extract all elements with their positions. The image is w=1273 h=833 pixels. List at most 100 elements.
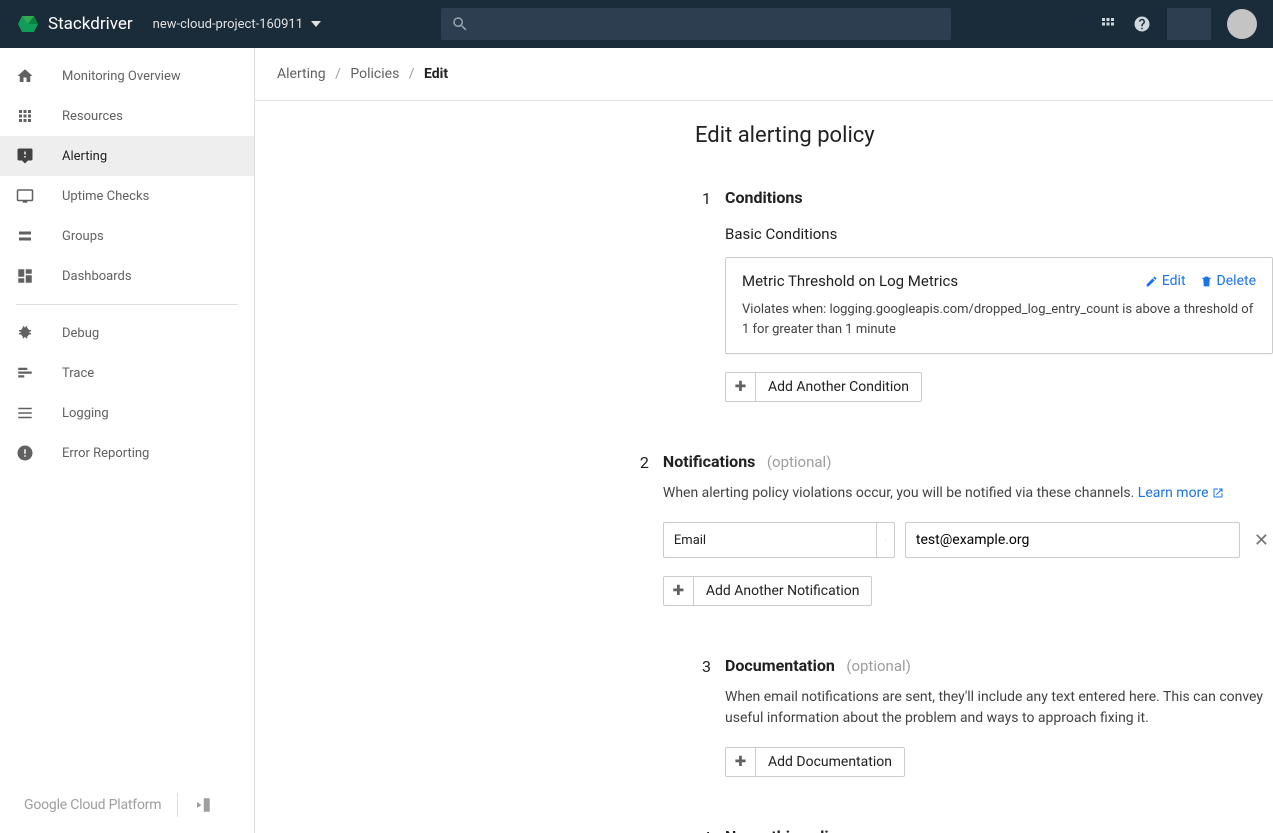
sidebar-item-label: Groups	[62, 229, 104, 244]
optional-label: (optional)	[846, 657, 911, 675]
help-icon[interactable]	[1133, 15, 1151, 33]
delete-label: Delete	[1217, 273, 1256, 289]
external-link-icon	[1212, 487, 1224, 499]
learn-more-link[interactable]: Learn more	[1138, 485, 1224, 501]
section-documentation: 3 Documentation (optional) When email no…	[255, 656, 1273, 777]
breadcrumb-current: Edit	[424, 66, 448, 82]
section-number: 4	[255, 827, 725, 833]
breadcrumb: Alerting / Policies / Edit	[255, 48, 1273, 101]
sidebar-item-label: Monitoring Overview	[62, 69, 181, 84]
main-content: Alerting / Policies / Edit Edit alerting…	[255, 48, 1273, 833]
trash-icon	[1200, 275, 1213, 288]
gcp-link[interactable]: Google Cloud Platform	[24, 797, 161, 813]
grid-icon	[16, 107, 34, 125]
section-number: 1	[255, 188, 725, 402]
conditions-subtitle: Basic Conditions	[725, 225, 1273, 243]
add-condition-button[interactable]: ✚ Add Another Condition	[725, 372, 922, 402]
channel-type-select[interactable]: Email	[663, 522, 895, 558]
plus-icon: ✚	[726, 748, 756, 776]
sidebar-item-overview[interactable]: Monitoring Overview	[0, 56, 254, 96]
layers-icon	[16, 227, 34, 245]
edit-label: Edit	[1162, 273, 1186, 289]
section-notifications: 2 Notifications (optional) When alerting…	[255, 452, 1273, 606]
section-name: 4 Name this policy	[255, 827, 1273, 833]
breadcrumb-separator: /	[335, 66, 341, 82]
alert-icon	[16, 147, 34, 165]
page-title: Edit alerting policy	[695, 123, 1273, 148]
side-panel-icon[interactable]	[194, 796, 212, 814]
channel-value-input[interactable]	[905, 522, 1240, 558]
condition-title: Metric Threshold on Log Metrics	[742, 272, 958, 290]
sidebar: Monitoring Overview Resources Alerting U…	[0, 48, 255, 833]
divider	[177, 793, 178, 817]
add-documentation-button[interactable]: ✚ Add Documentation	[725, 747, 905, 777]
breadcrumb-separator: /	[409, 66, 415, 82]
header-actions	[1099, 8, 1257, 40]
delete-condition-button[interactable]: Delete	[1200, 273, 1256, 289]
sidebar-item-label: Debug	[62, 326, 99, 341]
add-notification-label: Add Another Notification	[694, 583, 872, 599]
channel-type-value: Email	[674, 533, 706, 548]
plus-icon: ✚	[664, 577, 694, 605]
remove-notification-button[interactable]: ✕	[1250, 526, 1273, 555]
sidebar-item-logging[interactable]: Logging	[0, 393, 254, 433]
sidebar-divider	[16, 304, 238, 305]
sidebar-item-errors[interactable]: Error Reporting	[0, 433, 254, 473]
sidebar-item-uptime[interactable]: Uptime Checks	[0, 176, 254, 216]
sidebar-item-label: Alerting	[62, 149, 107, 164]
notifications-desc-text: When alerting policy violations occur, y…	[663, 485, 1134, 501]
section-title: Documentation	[725, 656, 835, 675]
edit-icon	[1145, 275, 1158, 288]
section-conditions: 1 Conditions Basic Conditions Metric Thr…	[255, 188, 1273, 402]
section-title: Notifications	[663, 452, 756, 471]
project-name: new-cloud-project-160911	[153, 17, 303, 32]
documentation-description: When email notifications are sent, they'…	[725, 687, 1273, 729]
user-avatar[interactable]	[1227, 9, 1257, 39]
stackdriver-logo-icon	[16, 12, 40, 36]
sidebar-item-resources[interactable]: Resources	[0, 96, 254, 136]
add-notification-button[interactable]: ✚ Add Another Notification	[663, 576, 873, 606]
brand[interactable]: Stackdriver	[16, 12, 133, 36]
breadcrumb-policies[interactable]: Policies	[350, 66, 399, 82]
brand-text: Stackdriver	[48, 14, 133, 34]
section-number: 3	[255, 656, 725, 777]
add-condition-label: Add Another Condition	[756, 379, 921, 395]
sidebar-item-trace[interactable]: Trace	[0, 353, 254, 393]
project-selector[interactable]: new-cloud-project-160911	[153, 17, 321, 32]
search-icon	[451, 15, 469, 33]
optional-label: (optional)	[767, 453, 832, 471]
dashboard-icon	[16, 267, 34, 285]
learn-more-text: Learn more	[1138, 485, 1209, 501]
caret-down-icon	[311, 21, 321, 27]
notification-row: Email ✕	[663, 522, 1273, 558]
sidebar-item-label: Trace	[62, 366, 94, 381]
section-title: Name this policy	[725, 827, 845, 833]
sidebar-item-debug[interactable]: Debug	[0, 313, 254, 353]
bug-icon	[16, 324, 34, 342]
trace-icon	[16, 364, 34, 382]
sidebar-item-alerting[interactable]: Alerting	[0, 136, 254, 176]
sidebar-item-dashboards[interactable]: Dashboards	[0, 256, 254, 296]
section-number: 2	[255, 452, 663, 606]
sidebar-footer: Google Cloud Platform	[0, 777, 254, 833]
bento-icon[interactable]	[1099, 15, 1117, 33]
caret-down-icon	[876, 523, 894, 557]
sidebar-item-label: Dashboards	[62, 269, 132, 284]
home-icon	[16, 67, 34, 85]
section-title: Conditions	[725, 188, 803, 207]
notifications-description: When alerting policy violations occur, y…	[663, 483, 1273, 504]
condition-description: Violates when: logging.googleapis.com/dr…	[742, 300, 1256, 339]
list-icon	[16, 404, 34, 422]
header-placeholder[interactable]	[1167, 8, 1211, 40]
sidebar-item-label: Uptime Checks	[62, 189, 149, 204]
sidebar-item-label: Error Reporting	[62, 446, 149, 461]
sidebar-nav: Monitoring Overview Resources Alerting U…	[0, 48, 254, 777]
edit-condition-button[interactable]: Edit	[1145, 273, 1186, 289]
breadcrumb-alerting[interactable]: Alerting	[277, 66, 326, 82]
app-header: Stackdriver new-cloud-project-160911	[0, 0, 1273, 48]
sidebar-item-label: Resources	[62, 109, 123, 124]
sidebar-item-groups[interactable]: Groups	[0, 216, 254, 256]
search-input[interactable]	[441, 8, 951, 40]
add-documentation-label: Add Documentation	[756, 754, 904, 770]
condition-card: Metric Threshold on Log Metrics Edit Del…	[725, 257, 1273, 354]
